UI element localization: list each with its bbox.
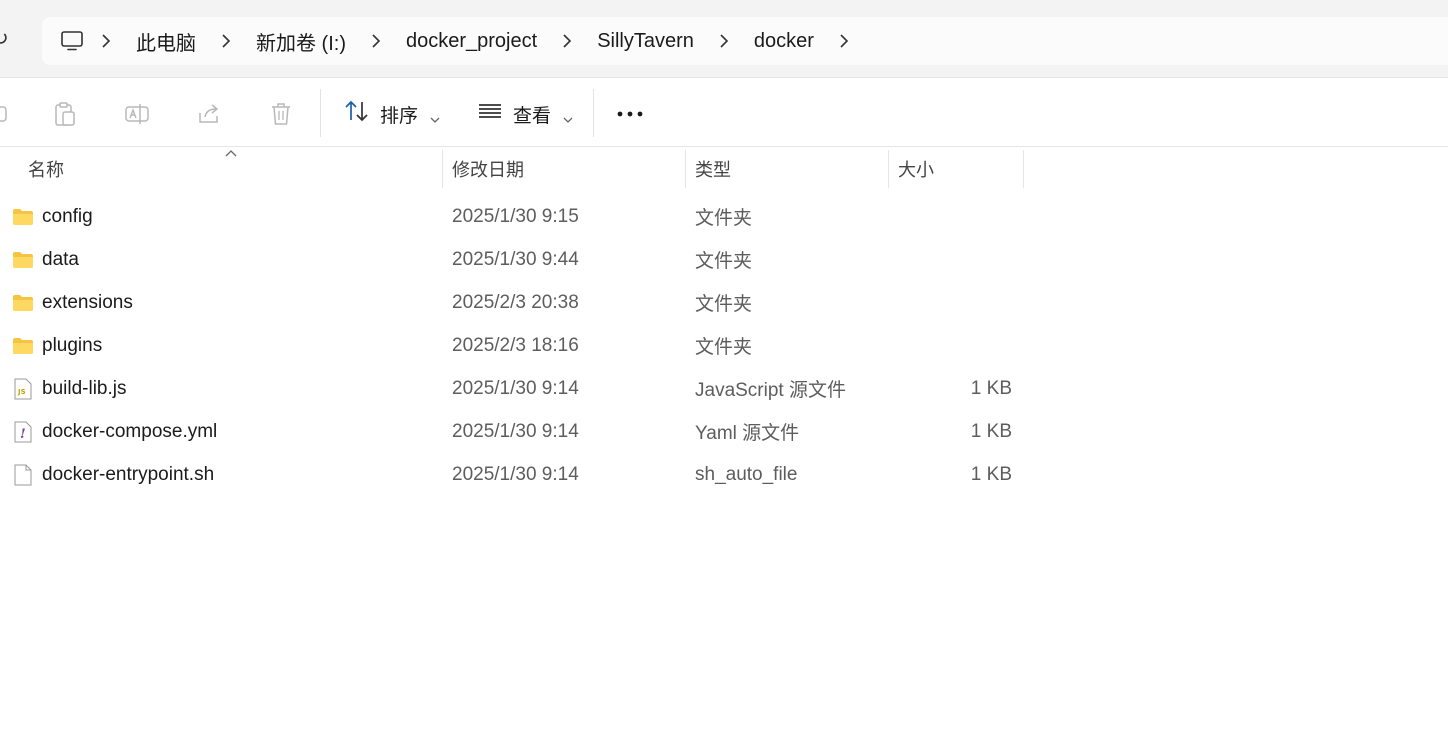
toolbar-divider — [320, 89, 321, 137]
file-date: 2025/2/3 20:38 — [452, 291, 579, 313]
file-size — [900, 238, 1012, 281]
file-date: 2025/1/30 9:14 — [452, 377, 579, 399]
address-bar[interactable]: 此电脑 新加卷 (I:) docker_project SillyTavern … — [42, 17, 1448, 65]
file-name: build-lib.js — [42, 377, 127, 399]
chevron-right-icon[interactable] — [356, 29, 396, 53]
column-header-name[interactable]: 名称 — [18, 148, 442, 190]
file-date: 2025/1/30 9:14 — [452, 420, 579, 442]
file-date: 2025/1/30 9:44 — [452, 248, 579, 270]
column-header-date[interactable]: 修改日期 — [442, 148, 685, 190]
file-date: 2025/1/30 9:15 — [452, 205, 579, 227]
file-type: 文件夹 — [695, 337, 753, 358]
view-label: 查看 — [513, 105, 552, 127]
file-type: Yaml 源文件 — [695, 423, 800, 444]
file-date: 2025/1/30 9:14 — [452, 463, 579, 485]
file-name-cell: JS build-lib.js — [12, 367, 126, 410]
file-row[interactable]: extensions 2025/2/3 20:38 文件夹 — [0, 281, 1448, 324]
file-name: data — [42, 248, 79, 270]
toolbar-divider — [593, 89, 594, 137]
sort-label: 排序 — [380, 105, 419, 127]
file-type: JavaScript 源文件 — [695, 380, 846, 401]
column-divider[interactable] — [1023, 150, 1024, 188]
breadcrumb: 此电脑 新加卷 (I:) docker_project SillyTavern … — [86, 17, 864, 65]
refresh-icon[interactable]: ↻ — [0, 28, 9, 50]
folder-icon — [12, 249, 34, 271]
file-row[interactable]: data 2025/1/30 9:44 文件夹 — [0, 238, 1448, 281]
file-row[interactable]: plugins 2025/2/3 18:16 文件夹 — [0, 324, 1448, 367]
breadcrumb-item-this-pc[interactable]: 此电脑 — [126, 27, 206, 56]
breadcrumb-item-docker[interactable]: docker — [744, 30, 824, 53]
file-name: docker-compose.yml — [42, 420, 218, 442]
breadcrumb-item-sillytavern[interactable]: SillyTavern — [587, 30, 704, 53]
chevron-down-icon — [430, 109, 440, 123]
file-date: 2025/2/3 18:16 — [452, 334, 579, 356]
file-row[interactable]: config 2025/1/30 9:15 文件夹 — [0, 195, 1448, 238]
svg-text:JS: JS — [17, 388, 26, 396]
file-name: plugins — [42, 334, 103, 356]
file-type: 文件夹 — [695, 208, 753, 229]
file-size: 1 KB — [970, 420, 1012, 442]
chevron-right-icon[interactable] — [86, 29, 126, 53]
file-icon — [12, 464, 34, 486]
file-name-cell: config — [12, 195, 93, 238]
more-options-button[interactable] — [616, 97, 644, 131]
file-size: 1 KB — [970, 377, 1012, 399]
file-name-cell: data — [12, 238, 79, 281]
copy-icon[interactable] — [0, 101, 12, 127]
file-size: 1 KB — [970, 463, 1012, 485]
view-button[interactable]: 查看 — [477, 97, 573, 131]
chevron-down-icon — [563, 109, 573, 123]
file-size — [900, 195, 1012, 238]
yaml-file-icon: ! — [12, 421, 34, 443]
folder-icon — [12, 292, 34, 314]
file-row[interactable]: JS build-lib.js 2025/1/30 9:14 JavaScrip… — [0, 367, 1448, 410]
file-name-cell: plugins — [12, 324, 102, 367]
file-size — [900, 324, 1012, 367]
delete-icon[interactable] — [268, 101, 294, 127]
breadcrumb-item-volume[interactable]: 新加卷 (I:) — [246, 27, 356, 56]
chevron-right-icon[interactable] — [704, 29, 744, 53]
file-name: config — [42, 205, 93, 227]
js-file-icon: JS — [12, 378, 34, 400]
file-type: sh_auto_file — [695, 463, 798, 485]
file-name-cell: extensions — [12, 281, 133, 324]
rename-icon[interactable] — [124, 101, 150, 127]
more-icon — [616, 103, 644, 125]
sort-icon — [344, 99, 370, 129]
svg-text:!: ! — [20, 427, 26, 442]
breadcrumb-item-docker-project[interactable]: docker_project — [396, 30, 547, 53]
file-name: docker-entrypoint.sh — [42, 463, 215, 485]
computer-icon[interactable] — [60, 29, 86, 53]
file-type: 文件夹 — [695, 294, 753, 315]
chevron-right-icon[interactable] — [824, 29, 864, 53]
file-row[interactable]: ! docker-compose.yml 2025/1/30 9:14 Yaml… — [0, 410, 1448, 453]
sort-button[interactable]: 排序 — [344, 97, 440, 131]
chevron-right-icon[interactable] — [547, 29, 587, 53]
chevron-right-icon[interactable] — [206, 29, 246, 53]
column-header-type[interactable]: 类型 — [685, 148, 888, 190]
column-header-size[interactable]: 大小 — [888, 148, 1023, 190]
file-name: extensions — [42, 291, 133, 313]
file-type: 文件夹 — [695, 251, 753, 272]
folder-icon — [12, 206, 34, 228]
command-bar: 排序 查看 — [0, 79, 1448, 147]
view-list-icon — [477, 100, 503, 128]
file-name-cell: docker-entrypoint.sh — [12, 453, 214, 496]
file-name-cell: ! docker-compose.yml — [12, 410, 217, 453]
address-region: ↻ 此电脑 新加卷 (I:) docker_project SillyTaver… — [0, 0, 1448, 78]
folder-icon — [12, 335, 34, 357]
file-row[interactable]: docker-entrypoint.sh 2025/1/30 9:14 sh_a… — [0, 453, 1448, 496]
paste-icon[interactable] — [52, 101, 78, 127]
share-icon[interactable] — [196, 101, 222, 127]
column-header-row: 名称 修改日期 类型 大小 — [0, 148, 1448, 190]
file-size — [900, 281, 1012, 324]
